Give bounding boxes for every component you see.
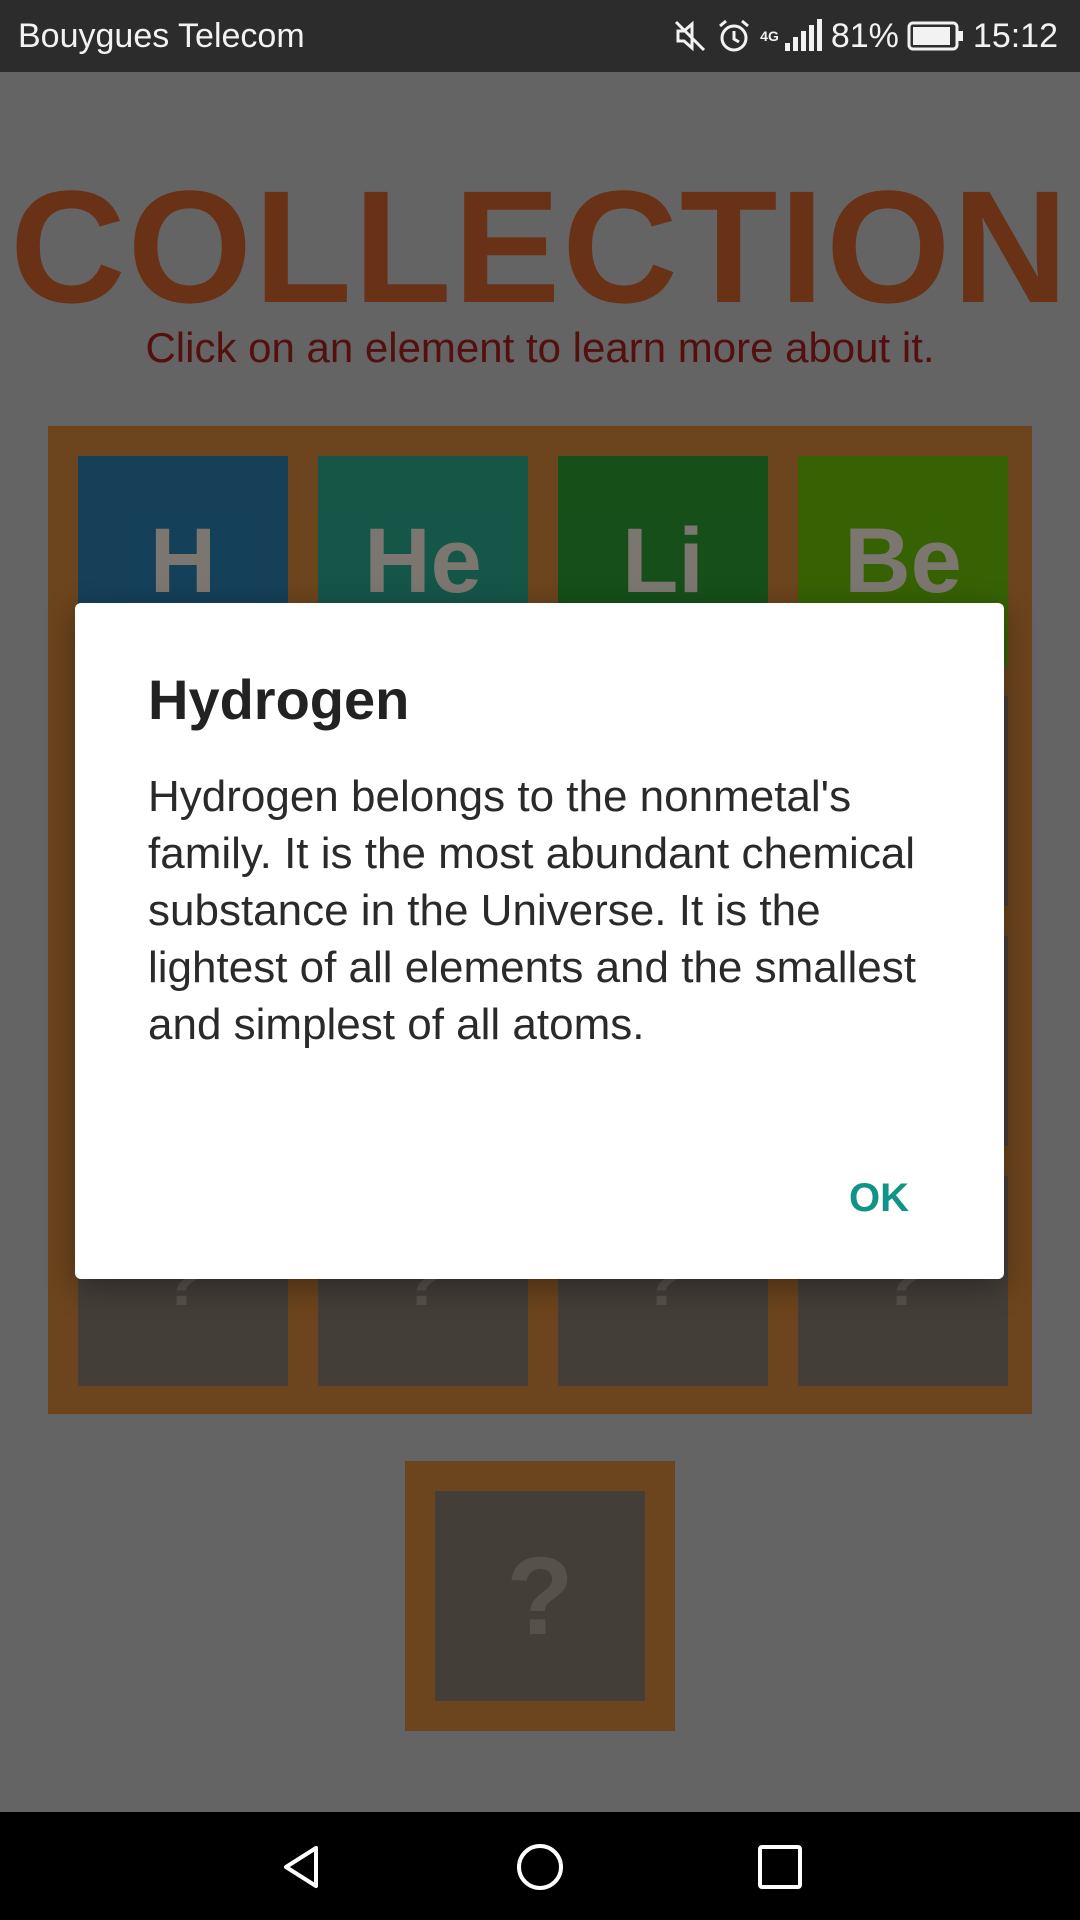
dialog-message: Hydrogen belongs to the nonmetal's famil… (148, 772, 916, 1049)
back-icon[interactable] (276, 1842, 326, 1892)
status-bar: Bouygues Telecom 4G 81% 15:12 (0, 0, 1080, 72)
element-info-dialog: Hydrogen Hydrogen belongs to the nonmeta… (75, 603, 1004, 1279)
carrier-name: Bouygues Telecom (18, 17, 305, 55)
ok-button[interactable]: OK (849, 1176, 909, 1221)
navigation-bar (0, 1812, 1080, 1920)
recents-icon[interactable] (755, 1842, 805, 1892)
network-type: 4G (760, 28, 779, 44)
battery-percent: 81% (830, 16, 899, 55)
status-icons: 4G 81% 15:12 (672, 12, 1058, 60)
alarm-icon (716, 18, 752, 54)
dialog-title: Hydrogen (148, 668, 410, 731)
home-icon[interactable] (515, 1842, 565, 1892)
clock: 15:12 (972, 16, 1058, 55)
battery-icon (907, 20, 965, 52)
mute-icon (672, 18, 708, 54)
signal-icon (783, 19, 823, 53)
